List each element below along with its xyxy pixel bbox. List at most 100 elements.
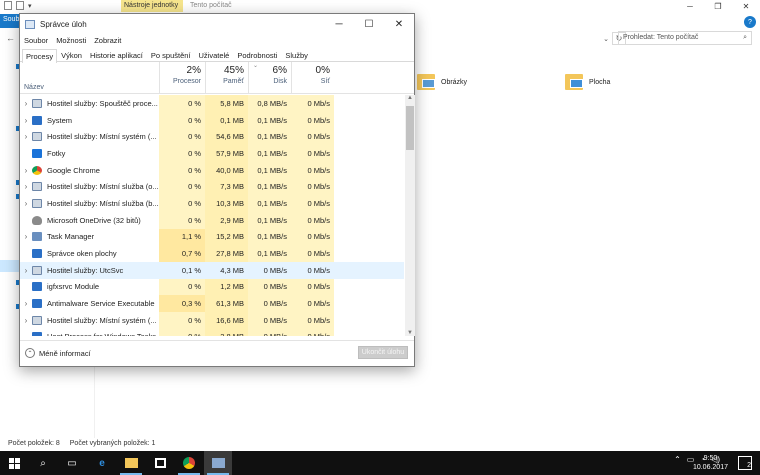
tab-podrobnosti[interactable]: Podrobnosti — [233, 48, 281, 62]
scrollbar-thumb[interactable] — [406, 106, 414, 150]
process-name: Hostitel služby: UtcSvc — [47, 265, 124, 275]
search-icon[interactable]: ⌕ — [29, 451, 57, 475]
fewer-details-button[interactable]: ⌃ Méně informací — [25, 348, 91, 358]
process-row[interactable]: › Hostitel služby: Spouštěč proce... 0 % 5,… — [20, 95, 404, 112]
process-row[interactable]: Správce oken plochy 0,7 % 27,8 MB 0,1 MB/s 0… — [20, 245, 404, 262]
properties-icon[interactable] — [4, 1, 12, 10]
column-memory-header[interactable]: 45% Paměť — [205, 62, 248, 93]
process-list-scrollbar[interactable]: ▲ ▼ — [405, 95, 415, 336]
process-row[interactable]: Fotky 0 % 57,9 MB 0,1 MB/s 0 Mb/s — [20, 145, 404, 162]
expand-chevron-icon[interactable]: › — [20, 232, 32, 241]
expand-chevron-icon[interactable]: › — [20, 316, 32, 325]
folder-plocha[interactable]: Plocha — [565, 74, 610, 90]
search-icon: ⌕ — [743, 34, 747, 41]
menu-moznosti[interactable]: Možnosti — [56, 36, 86, 45]
process-row[interactable]: › Hostitel služby: Místní systém (... 0 % 5… — [20, 128, 404, 146]
process-row[interactable]: › System 0 % 0,1 MB 0,1 MB/s 0 Mb/s — [20, 111, 404, 129]
process-memory: 2,9 MB — [205, 211, 248, 229]
folder-obrazky[interactable]: Obrázky — [417, 74, 467, 90]
column-name-header[interactable]: Název — [24, 84, 44, 91]
process-memory: 16,6 MB — [205, 311, 248, 329]
tab-po-spusteni[interactable]: Po spuštění — [147, 48, 195, 62]
task-view-icon[interactable]: ▭ — [58, 451, 86, 475]
process-gear-icon — [32, 315, 42, 325]
process-network: 0 Mb/s — [307, 265, 330, 275]
process-memory: 57,9 MB — [205, 145, 248, 162]
scroll-up-icon[interactable]: ▲ — [405, 95, 415, 101]
expand-chevron-icon[interactable]: › — [20, 166, 32, 175]
expand-chevron-icon[interactable]: › — [20, 299, 32, 308]
tab-vykon[interactable]: Výkon — [57, 48, 86, 62]
close-icon[interactable]: ✕ — [384, 14, 414, 34]
chrome-taskbar-icon[interactable] — [175, 451, 203, 475]
edge-icon[interactable]: e — [88, 451, 116, 475]
process-disk: 0,1 MB/s — [248, 228, 291, 246]
disk-label: Disk — [273, 78, 287, 85]
close-icon[interactable]: ✕ — [732, 0, 760, 12]
clock[interactable]: 9:50 10.06.2017 — [693, 454, 728, 472]
expand-chevron-icon[interactable]: › — [20, 116, 32, 125]
store-icon[interactable] — [146, 451, 174, 475]
qat-dropdown-icon[interactable]: ▾ — [28, 2, 32, 10]
process-cpu: 0,1 % — [181, 265, 201, 275]
search-placeholder: Prohledat: Tento počítač — [623, 34, 699, 41]
process-row[interactable]: Microsoft OneDrive (32 bitů) 0 % 2,9 MB 0,1… — [20, 211, 404, 229]
tab-procesy[interactable]: Procesy — [22, 49, 58, 63]
new-folder-icon[interactable] — [16, 1, 24, 10]
tab-uzivatele[interactable]: Uživatelé — [195, 48, 234, 62]
address-dropdown-icon[interactable]: ⌄ — [600, 35, 612, 43]
column-network-header[interactable]: 0% Síť — [291, 62, 334, 93]
column-disk-header[interactable]: 6% Disk — [248, 62, 291, 93]
process-disk: 0,1 MB/s — [248, 145, 291, 162]
process-row[interactable]: › Hostitel služby: UtcSvc 0,1 % 4,3 MB 0 MB/… — [20, 261, 404, 279]
scroll-down-icon[interactable]: ▼ — [405, 330, 415, 336]
expand-chevron-icon[interactable]: › — [20, 199, 32, 208]
folder-label: Plocha — [589, 78, 611, 86]
expand-chevron-icon[interactable]: › — [20, 266, 32, 275]
process-row[interactable]: igfxsrvc Module 0 % 1,2 MB 0 MB/s 0 Mb/s — [20, 278, 404, 296]
maximize-icon[interactable]: ❐ — [704, 0, 732, 12]
process-name: Task Manager — [47, 232, 95, 242]
process-row[interactable]: › Antimalware Service Executable 0,3 % 61,3… — [20, 295, 404, 312]
end-task-button[interactable]: Ukončit úlohu — [358, 346, 408, 359]
column-cpu-header[interactable]: 2% Procesor — [159, 62, 205, 93]
drive-tools-tab[interactable]: Nástroje jednotky — [121, 0, 183, 12]
back-arrow-icon[interactable]: ← — [6, 33, 15, 43]
explorer-titlebar: ▾ Nástroje jednotky Tento počítač ─ ❐ ✕ — [0, 0, 760, 12]
process-memory: 10,3 MB — [205, 195, 248, 212]
process-name: Antimalware Service Executable — [47, 299, 155, 309]
status-selected-count: Počet vybraných položek: 1 — [69, 440, 156, 447]
process-disk: 0,1 MB/s — [248, 245, 291, 262]
tab-sluzby[interactable]: Služby — [281, 48, 312, 62]
minimize-icon[interactable]: ─ — [676, 0, 704, 12]
nav-selected-item[interactable] — [0, 260, 20, 272]
action-center-icon[interactable]: 2 — [738, 456, 752, 470]
process-row[interactable]: › Hostitel služby: Místní služba (b... 0 %… — [20, 195, 404, 212]
process-memory: 27,8 MB — [205, 245, 248, 262]
process-row[interactable]: Host Process for Windows Tasks0 %2,8 MB0… — [20, 328, 404, 336]
process-row[interactable]: › Task Manager 1,1 % 15,2 MB 0,1 MB/s 0 Mb/s — [20, 228, 404, 246]
process-name: Host Process for Windows Tasks — [47, 332, 167, 336]
maximize-icon[interactable]: ☐ — [354, 14, 384, 34]
cpu-total: 2% — [186, 65, 201, 76]
expand-chevron-icon[interactable]: › — [20, 132, 32, 141]
task-manager-taskbar-icon[interactable] — [204, 451, 232, 475]
expand-chevron-icon[interactable]: › — [20, 99, 32, 108]
menu-zobrazit[interactable]: Zobrazit — [94, 36, 121, 45]
process-row[interactable]: › Google Chrome 0 % 40,0 MB 0,1 MB/s 0 Mb/s — [20, 161, 404, 179]
minimize-icon[interactable]: ─ — [324, 14, 354, 34]
expand-chevron-icon[interactable]: › — [20, 182, 32, 191]
tab-historie-aplikaci[interactable]: Historie aplikací — [86, 48, 147, 62]
process-memory: 5,8 MB — [205, 95, 248, 112]
process-table-header: Název 2% Procesor 45% Paměť ⌄ 6% Disk 0%… — [20, 62, 414, 94]
process-row[interactable]: › Hostitel služby: Místní systém (... 0 % 1… — [20, 311, 404, 329]
help-icon[interactable]: ? — [744, 16, 756, 28]
start-button[interactable] — [0, 451, 28, 475]
show-hidden-icons-icon[interactable]: ⌃ — [674, 455, 681, 464]
process-name: Hostitel služby: Místní služba (o... — [47, 182, 159, 192]
menu-soubor[interactable]: Soubor — [24, 36, 48, 45]
file-explorer-taskbar-icon[interactable] — [117, 451, 145, 475]
process-cpu: 0 % — [159, 161, 205, 179]
process-row[interactable]: › Hostitel služby: Místní služba (o... 0 %… — [20, 178, 404, 196]
search-input[interactable]: Prohledat: Tento počítač ⌕ — [618, 31, 752, 45]
